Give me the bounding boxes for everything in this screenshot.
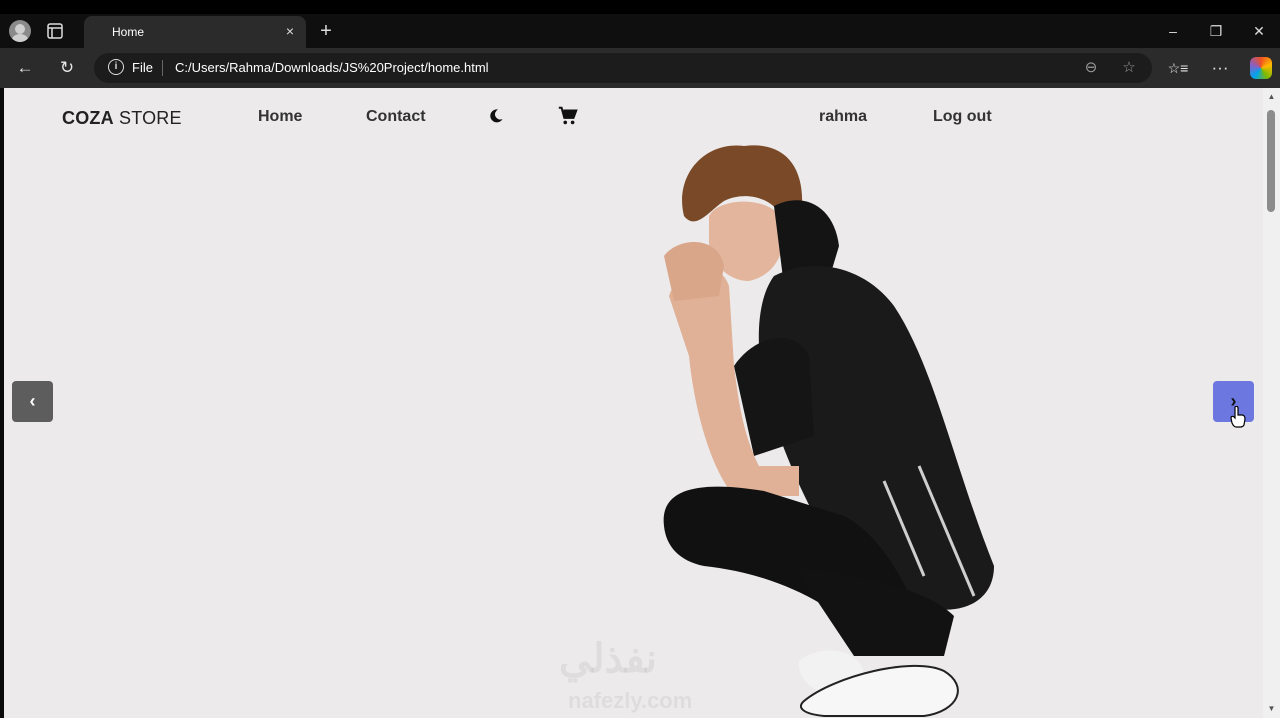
address-url[interactable]: C:/Users/Rahma/Downloads/JS%20Project/ho… [175, 60, 489, 75]
slider-prev-button[interactable]: ‹ [12, 381, 53, 422]
scroll-up-arrow-icon[interactable]: ▲ [1267, 92, 1276, 101]
tab-actions-icon[interactable] [46, 22, 64, 40]
logo-rest: STORE [113, 108, 182, 128]
cart-icon[interactable] [557, 105, 579, 127]
restore-button[interactable]: ❐ [1203, 20, 1229, 42]
nav-contact-link[interactable]: Contact [366, 108, 426, 126]
nav-logout-link[interactable]: Log out [933, 108, 992, 126]
address-bar[interactable]: i File C:/Users/Rahma/Downloads/JS%20Pro… [94, 53, 1152, 83]
reload-icon[interactable]: ↻ [55, 56, 79, 80]
browser-tab[interactable]: Home × [84, 16, 306, 48]
more-icon[interactable]: ··· [1208, 56, 1232, 80]
tab-title: Home [112, 25, 145, 39]
site-info-icon[interactable]: i [108, 59, 124, 75]
minimize-button[interactable]: – [1160, 20, 1186, 42]
watermark-latin: nafezly.com [568, 688, 693, 713]
browser-toolbar: ← ↻ i File C:/Users/Rahma/Downloads/JS%2… [0, 48, 1280, 88]
back-icon[interactable]: ← [13, 56, 37, 80]
hand-cursor-icon [1230, 406, 1246, 428]
address-scheme: File [132, 60, 153, 75]
close-tab-icon[interactable]: × [282, 23, 298, 39]
nav-user-link[interactable]: rahma [819, 108, 867, 126]
favorites-icon[interactable]: ☆≡ [1166, 56, 1190, 80]
logo-bold: COZA [62, 108, 114, 128]
site-logo[interactable]: COZA STORE [62, 108, 182, 129]
page-scrollbar[interactable]: ▲ ▼ [1263, 88, 1280, 718]
new-tab-button[interactable]: + [316, 20, 336, 42]
zoom-icon[interactable]: ⊖ [1081, 58, 1101, 78]
favorite-star-icon[interactable]: ☆ [1119, 58, 1139, 78]
nav-home-link[interactable]: Home [258, 108, 302, 126]
close-window-button[interactable]: ✕ [1246, 20, 1272, 42]
hero-model-image [663, 145, 994, 717]
scroll-down-arrow-icon[interactable]: ▼ [1267, 704, 1276, 713]
address-separator [162, 60, 163, 76]
copilot-icon[interactable] [1250, 57, 1272, 79]
scrollbar-thumb[interactable] [1267, 110, 1275, 212]
top-strip [0, 0, 1280, 14]
watermark-arabic: نفذلي [559, 637, 657, 681]
dark-mode-moon-icon[interactable] [488, 108, 504, 124]
profile-avatar-icon[interactable] [9, 20, 31, 42]
browser-title-bar: Home × + – ❐ ✕ [0, 0, 1280, 48]
page-viewport: COZA STORE Home Contact rahma Log out نف… [4, 88, 1263, 718]
